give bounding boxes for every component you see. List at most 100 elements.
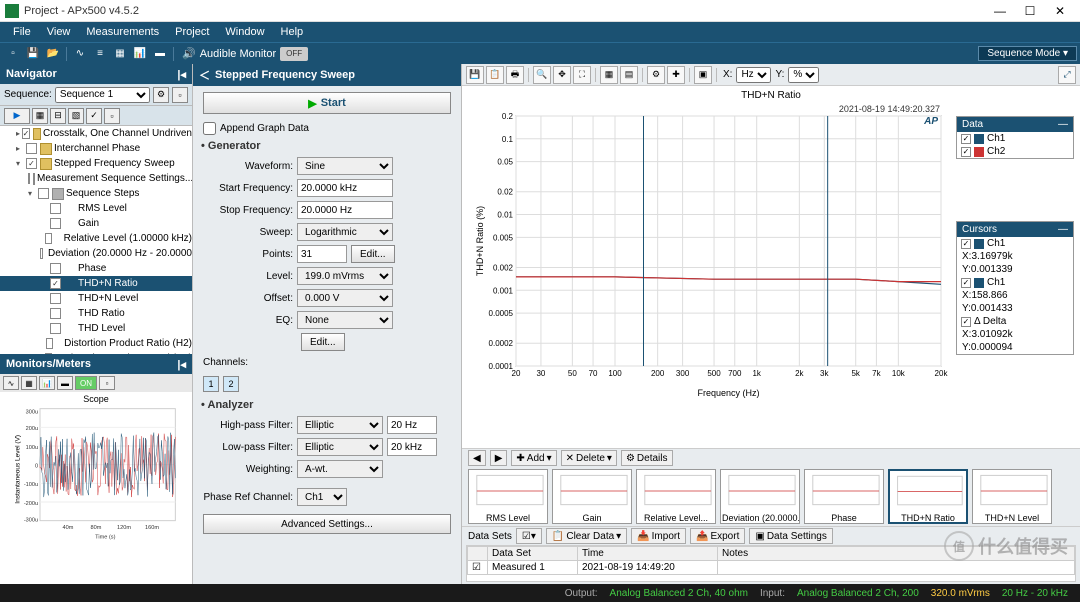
- back-icon[interactable]: ＜: [199, 67, 210, 83]
- tree-item[interactable]: ▾Sequence Steps: [0, 186, 192, 201]
- eq-select[interactable]: None: [297, 311, 393, 329]
- mon-btn-5[interactable]: ▫: [99, 376, 115, 390]
- level-select[interactable]: 199.0 mVrms: [297, 267, 393, 285]
- datasets-clear-button[interactable]: 📋Clear Data▾: [546, 528, 627, 544]
- x-unit-select[interactable]: Hz: [736, 67, 771, 83]
- toolbar-open-icon[interactable]: 📂: [44, 45, 62, 63]
- chart-settings-icon[interactable]: ⚙: [647, 66, 665, 84]
- toolbar-save-icon[interactable]: 💾: [24, 45, 42, 63]
- toolbar-level-icon[interactable]: ▬: [151, 45, 169, 63]
- thumbnail[interactable]: Phase: [804, 469, 884, 524]
- menu-project[interactable]: Project: [167, 24, 217, 40]
- close-button[interactable]: ✕: [1045, 4, 1075, 18]
- datasets-export-button[interactable]: 📤Export: [690, 528, 745, 544]
- table-row[interactable]: ☑ Measured 1 2021-08-19 14:49:20: [468, 561, 1075, 575]
- toolbar-chart-icon[interactable]: 📊: [131, 45, 149, 63]
- tree-item[interactable]: Gain: [0, 216, 192, 231]
- toolbar-new-icon[interactable]: ▫: [4, 45, 22, 63]
- toolbar-grid-icon[interactable]: ▦: [111, 45, 129, 63]
- mon-btn-1[interactable]: ∿: [3, 376, 19, 390]
- channel-1-button[interactable]: 1: [203, 376, 219, 392]
- tree-item[interactable]: ▸Interchannel Phase: [0, 141, 192, 156]
- thumbnail[interactable]: Relative Level...: [636, 469, 716, 524]
- cursor-delta[interactable]: ✓Δ Delta: [957, 315, 1073, 328]
- legend-collapse-icon[interactable]: —: [1058, 119, 1068, 130]
- stop-frequency-input[interactable]: [297, 201, 393, 219]
- datasets-settings-button[interactable]: ▣Data Settings: [749, 528, 833, 544]
- phase-ref-select[interactable]: Ch1: [297, 488, 347, 506]
- tree-item[interactable]: ✓THD+N Ratio: [0, 276, 192, 291]
- nav-btn-3[interactable]: ▧: [68, 108, 84, 124]
- legend-item[interactable]: ✓Ch1: [957, 132, 1073, 145]
- thumbnail[interactable]: Gain: [552, 469, 632, 524]
- thumb-details-button[interactable]: ⚙Details: [621, 450, 673, 466]
- mon-on-button[interactable]: ON: [75, 376, 97, 390]
- datasets-import-button[interactable]: 📥Import: [631, 528, 686, 544]
- tree-item[interactable]: RMS Level: [0, 201, 192, 216]
- eq-edit-button[interactable]: Edit...: [301, 333, 345, 351]
- lpf-value-input[interactable]: [387, 438, 437, 456]
- start-button[interactable]: ▶ Start: [203, 92, 451, 114]
- points-edit-button[interactable]: Edit...: [351, 245, 395, 263]
- mon-btn-4[interactable]: ▬: [57, 376, 73, 390]
- tree-item[interactable]: ▸✓Crosstalk, One Channel Undriven: [0, 126, 192, 141]
- tree-item[interactable]: Deviation (20.0000 Hz - 20.0000: [0, 246, 192, 261]
- thumb-next-button[interactable]: ▶: [490, 450, 508, 466]
- toolbar-list-icon[interactable]: ≡: [91, 45, 109, 63]
- chart-fit-icon[interactable]: ✥: [553, 66, 571, 84]
- points-input[interactable]: [297, 245, 347, 263]
- mon-btn-2[interactable]: ▦: [21, 376, 37, 390]
- offset-select[interactable]: 0.000 V: [297, 289, 393, 307]
- cursors-collapse-icon[interactable]: —: [1058, 224, 1068, 235]
- cursor-item[interactable]: ✓Ch1: [957, 237, 1073, 250]
- tree-item[interactable]: THD Ratio: [0, 306, 192, 321]
- navigator-tree[interactable]: ▸✓Crosstalk, One Channel Undriven▸Interc…: [0, 126, 192, 354]
- nav-btn-5[interactable]: ▫: [104, 108, 120, 124]
- chart-autofit-icon[interactable]: ⛶: [573, 66, 591, 84]
- thumbnail[interactable]: Deviation (20.0000...: [720, 469, 800, 524]
- tree-item[interactable]: Distortion Product Ratio (H2): [0, 336, 192, 351]
- chart-cursor-icon[interactable]: ✚: [667, 66, 685, 84]
- weighting-select[interactable]: A-wt.: [297, 460, 383, 478]
- hpf-value-input[interactable]: [387, 416, 437, 434]
- maximize-button[interactable]: ☐: [1015, 4, 1045, 18]
- tree-item[interactable]: Relative Level (1.00000 kHz): [0, 231, 192, 246]
- chart-expand-icon[interactable]: ⤢: [1058, 66, 1076, 84]
- sequence-mode-dropdown[interactable]: Sequence Mode ▾: [978, 46, 1077, 61]
- menu-view[interactable]: View: [39, 24, 79, 40]
- cursor-item[interactable]: ✓Ch1: [957, 276, 1073, 289]
- thumb-delete-button[interactable]: ✕Delete▾: [561, 450, 617, 466]
- collapse-icon[interactable]: |◂: [177, 68, 186, 81]
- sequence-add-button[interactable]: ▫: [172, 87, 188, 103]
- nav-btn-2[interactable]: ⊟: [50, 108, 66, 124]
- tree-item[interactable]: ▾✓Stepped Frequency Sweep: [0, 156, 192, 171]
- lpf-select[interactable]: Elliptic: [297, 438, 383, 456]
- thumb-prev-button[interactable]: ◀: [468, 450, 486, 466]
- chart-data-icon[interactable]: ▣: [694, 66, 712, 84]
- start-frequency-input[interactable]: [297, 179, 393, 197]
- audible-monitor-toggle[interactable]: OFF: [280, 47, 308, 61]
- chart-limits-icon[interactable]: ▤: [620, 66, 638, 84]
- chart-save-icon[interactable]: 💾: [466, 66, 484, 84]
- chart-copy-icon[interactable]: 📋: [486, 66, 504, 84]
- channel-2-button[interactable]: 2: [223, 376, 239, 392]
- sequence-select[interactable]: Sequence 1: [55, 87, 150, 103]
- chart-grid-icon[interactable]: ▦: [600, 66, 618, 84]
- mon-btn-3[interactable]: 📊: [39, 376, 55, 390]
- thumb-add-button[interactable]: ✚Add▾: [511, 450, 556, 466]
- chart-print-icon[interactable]: 🖶: [506, 66, 524, 84]
- tree-item[interactable]: Measurement Sequence Settings...: [0, 171, 192, 186]
- waveform-select[interactable]: Sine: [297, 157, 393, 175]
- play-button[interactable]: ▶: [4, 108, 30, 124]
- tree-item[interactable]: THD+N Level: [0, 291, 192, 306]
- legend-item[interactable]: ✓Ch2: [957, 145, 1073, 158]
- menu-window[interactable]: Window: [217, 24, 272, 40]
- append-graph-checkbox[interactable]: [203, 122, 216, 135]
- datasets-checkall-button[interactable]: ☑▾: [516, 528, 542, 544]
- tree-item[interactable]: Phase: [0, 261, 192, 276]
- sweep-select[interactable]: Logarithmic: [297, 223, 393, 241]
- thumbnail[interactable]: THD+N Level: [972, 469, 1052, 524]
- menu-file[interactable]: File: [5, 24, 39, 40]
- sequence-settings-button[interactable]: ⚙: [153, 87, 169, 103]
- advanced-settings-button[interactable]: Advanced Settings...: [203, 514, 451, 534]
